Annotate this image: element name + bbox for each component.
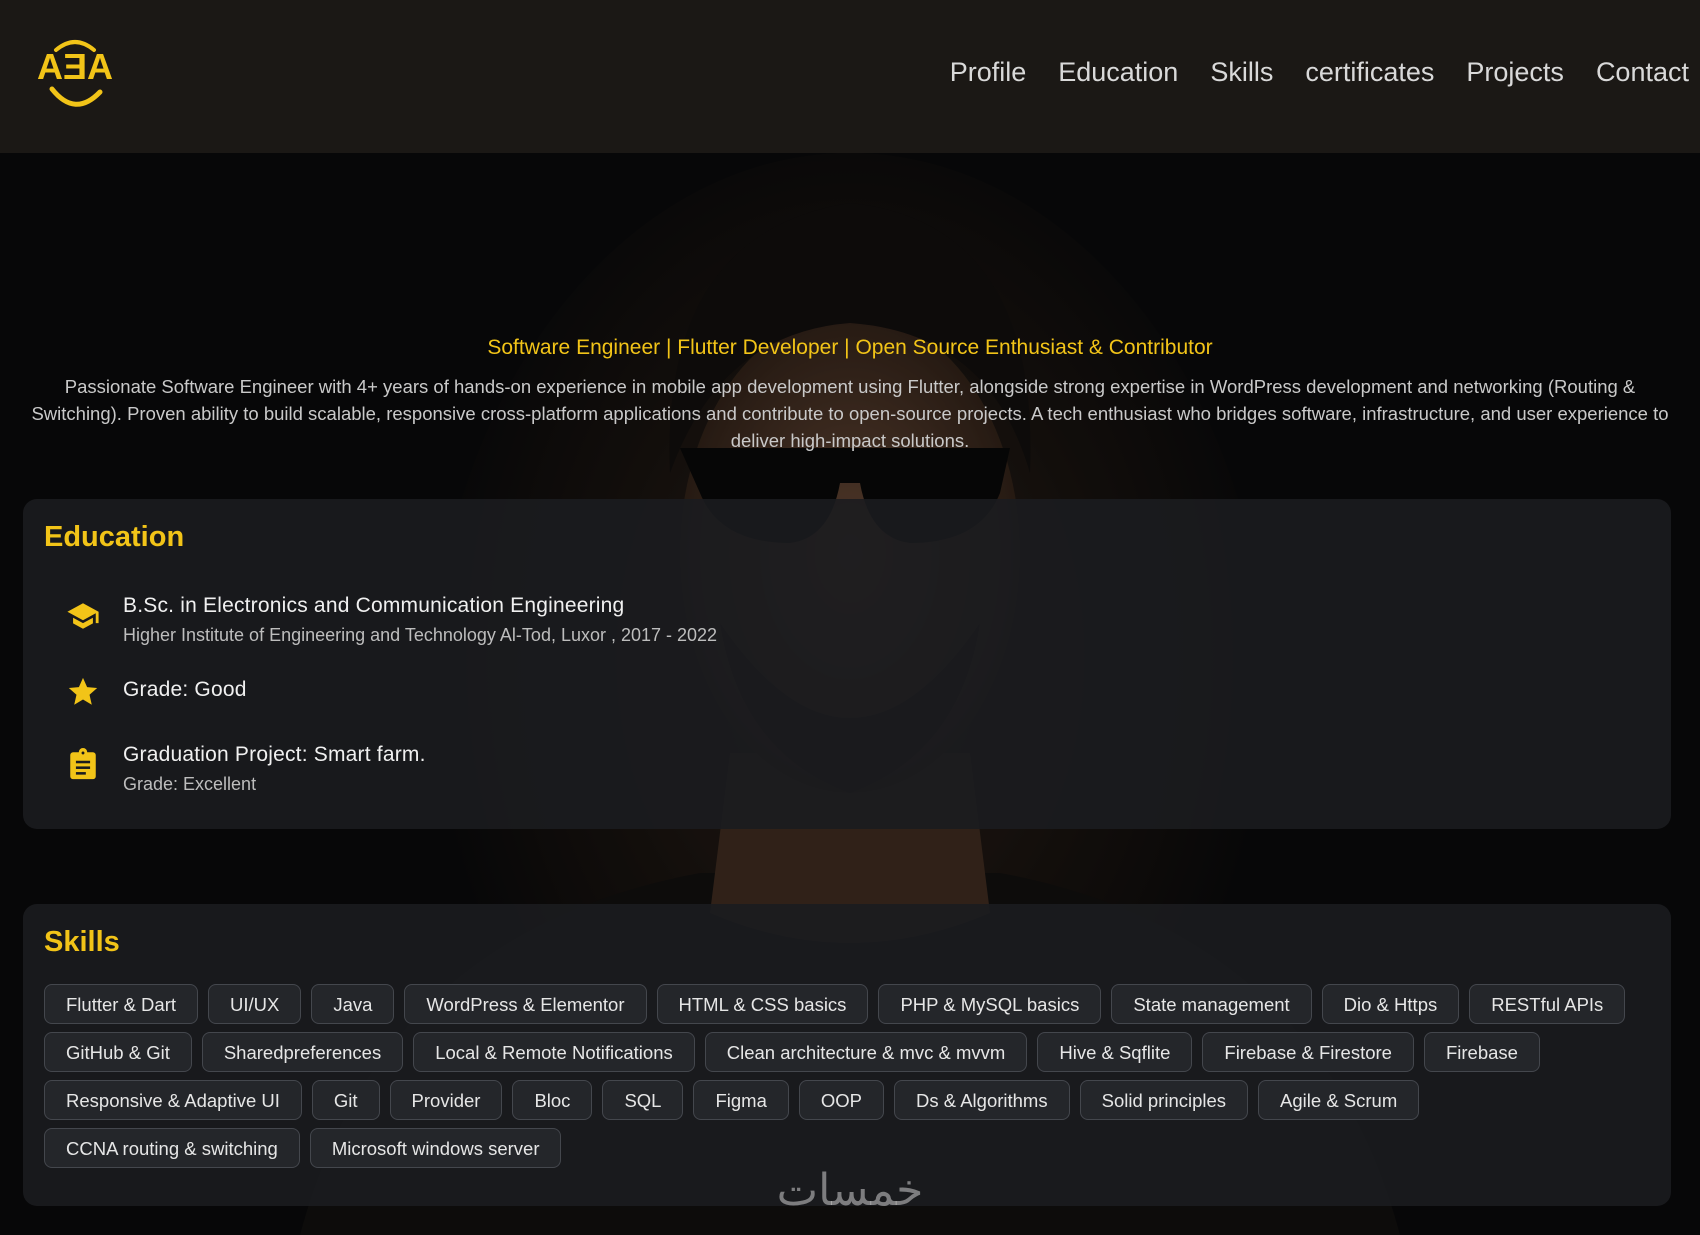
skill-chip: Responsive & Adaptive UI	[44, 1080, 302, 1120]
skill-chip: Flutter & Dart	[44, 984, 198, 1024]
skill-chip: SQL	[602, 1080, 684, 1120]
skill-chip: GitHub & Git	[44, 1032, 192, 1072]
education-grade-item: Grade: Good	[66, 675, 247, 709]
skill-chip: Firebase & Firestore	[1202, 1032, 1414, 1072]
skill-chip: Hive & Sqflite	[1037, 1032, 1193, 1072]
skill-chip: Clean architecture & mvc & mvvm	[704, 1032, 1028, 1072]
project-title: Graduation Project: Smart farm.	[123, 743, 426, 766]
degree-title: B.Sc. in Electronics and Communication E…	[123, 594, 625, 617]
skill-chip: Microsoft windows server	[309, 1128, 562, 1168]
skill-chip: Sharedpreferences	[201, 1032, 404, 1072]
education-card: Education B.Sc. in Electronics and Commu…	[23, 499, 1671, 829]
skill-chip: Local & Remote Notifications	[413, 1032, 695, 1072]
skill-chip: Dio & Https	[1321, 984, 1460, 1024]
site-header: AƎA Profile Education Skills certificate…	[0, 0, 1700, 153]
skill-chip: Provider	[389, 1080, 503, 1120]
main-nav: Profile Education Skills certificates Pr…	[950, 54, 1689, 90]
nav-projects[interactable]: Projects	[1466, 54, 1564, 90]
skill-chip: HTML & CSS basics	[656, 984, 869, 1024]
skill-chip: State management	[1111, 984, 1312, 1024]
skill-chip: Bloc	[512, 1080, 593, 1120]
hero-tagline: Software Engineer | Flutter Developer | …	[487, 336, 1213, 359]
skill-chip: Solid principles	[1079, 1080, 1249, 1120]
skill-chip: Agile & Scrum	[1258, 1080, 1420, 1120]
skill-chip: UI/UX	[208, 984, 302, 1024]
hero-summary: Passionate Software Engineer with 4+ yea…	[31, 376, 1669, 451]
khamsat-watermark: خمسات	[777, 1165, 924, 1215]
nav-education[interactable]: Education	[1058, 54, 1178, 90]
skills-card: Skills Flutter & Dart UI/UX Java WordPre…	[23, 904, 1671, 1206]
graduation-cap-icon	[67, 603, 99, 629]
skill-chip: RESTful APIs	[1469, 984, 1626, 1024]
skill-chip: Java	[311, 984, 395, 1024]
nav-contact[interactable]: Contact	[1596, 54, 1689, 90]
nav-skills[interactable]: Skills	[1210, 54, 1273, 90]
skills-list: Flutter & Dart UI/UX Java WordPress & El…	[44, 984, 1659, 1168]
logo-text: AƎA	[37, 46, 113, 87]
skill-chip: Figma	[693, 1080, 789, 1120]
hero-section: Software Engineer | Flutter Developer | …	[0, 333, 1700, 454]
skill-chip: Ds & Algorithms	[894, 1080, 1070, 1120]
skill-chip: CCNA routing & switching	[44, 1128, 300, 1168]
skill-chip: Firebase	[1423, 1032, 1540, 1072]
project-grade: Grade: Excellent	[123, 774, 257, 794]
education-degree-item: B.Sc. in Electronics and Communication E…	[66, 591, 717, 649]
skill-chip: WordPress & Elementor	[404, 984, 647, 1024]
star-icon	[68, 677, 98, 705]
watermark-text: خمسات	[777, 1165, 924, 1215]
skills-title: Skills	[44, 926, 120, 958]
education-project-item: Graduation Project: Smart farm. Grade: E…	[66, 740, 426, 798]
education-title: Education	[44, 521, 185, 553]
grade-text: Grade: Good	[123, 678, 247, 701]
skill-chip: Git	[311, 1080, 380, 1120]
logo-icon[interactable]: AƎA	[30, 26, 120, 116]
nav-profile[interactable]: Profile	[950, 54, 1027, 90]
nav-certificates[interactable]: certificates	[1305, 54, 1434, 90]
institute-text: Higher Institute of Engineering and Tech…	[123, 625, 718, 645]
skill-chip: OOP	[798, 1080, 884, 1120]
skill-chip: PHP & MySQL basics	[878, 984, 1102, 1024]
clipboard-icon	[70, 748, 96, 780]
